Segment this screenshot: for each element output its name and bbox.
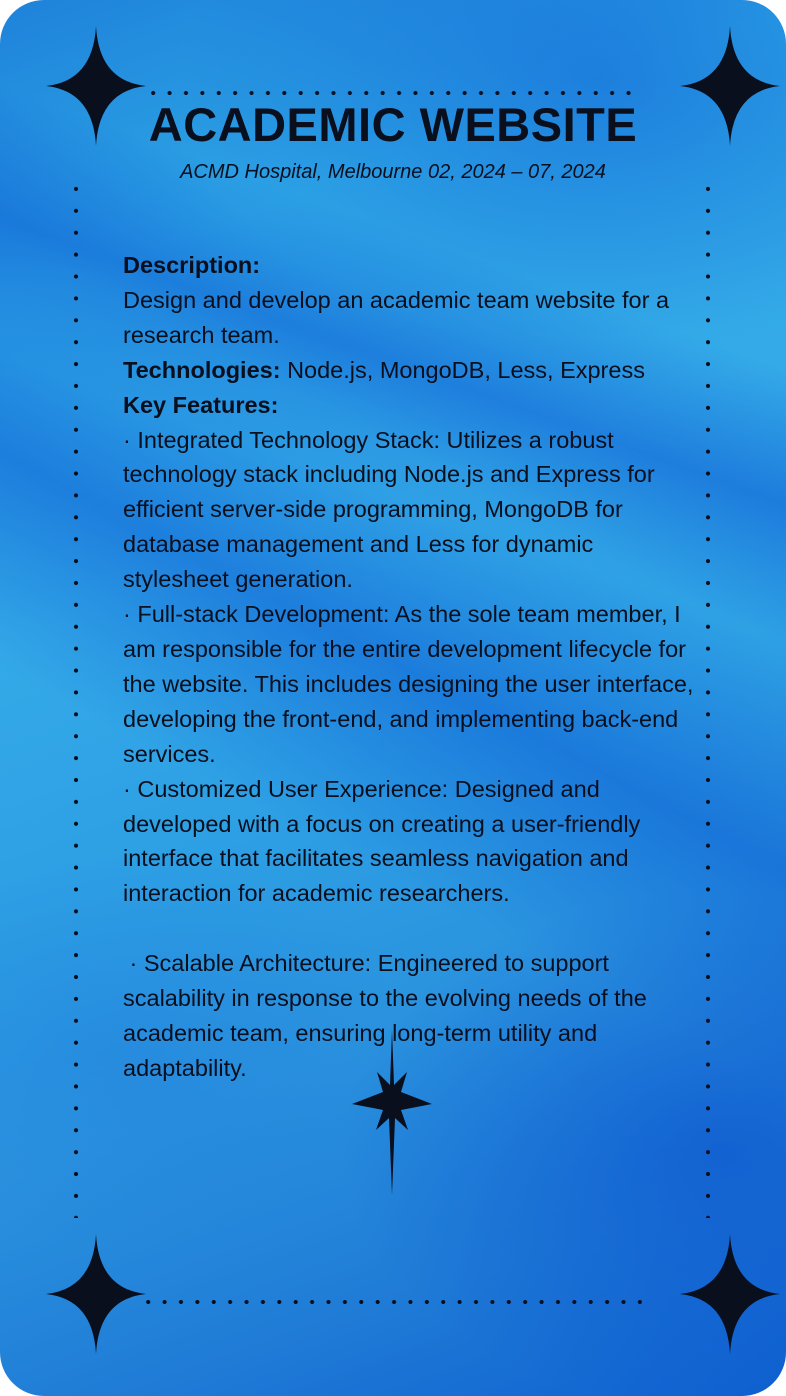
dotted-border-bottom: [140, 1299, 642, 1305]
feature-item: · Integrated Technology Stack: Utilizes …: [123, 426, 655, 593]
dotted-border-left: [73, 178, 79, 1218]
feature-item: · Scalable Architecture: Engineered to s…: [123, 950, 654, 1081]
page-title: ACADEMIC WEBSITE: [148, 98, 638, 151]
dotted-border-top: [145, 90, 637, 96]
technologies-text: Node.js, MongoDB, Less, Express: [280, 356, 645, 383]
feature-item: · Customized User Experience: Designed a…: [123, 775, 641, 907]
technologies-label: Technologies:: [123, 356, 281, 383]
key-features-label: Key Features:: [123, 391, 279, 418]
project-details: Description: Design and develop an acade…: [123, 248, 698, 1086]
dotted-border-right: [705, 178, 711, 1218]
project-card: ACADEMIC WEBSITE ACMD Hospital, Melbourn…: [0, 0, 786, 1396]
sparkle-icon: [46, 1234, 146, 1354]
description-label: Description:: [123, 252, 261, 278]
technologies-line: Technologies: Node.js, MongoDB, Less, Ex…: [123, 353, 698, 388]
project-subtitle: ACMD Hospital, Melbourne 02, 2024 – 07, …: [180, 161, 606, 183]
sparkle-icon: [680, 1234, 780, 1354]
description-text: Design and develop an academic team webs…: [123, 286, 670, 348]
feature-item: · Full-stack Development: As the sole te…: [123, 601, 694, 767]
